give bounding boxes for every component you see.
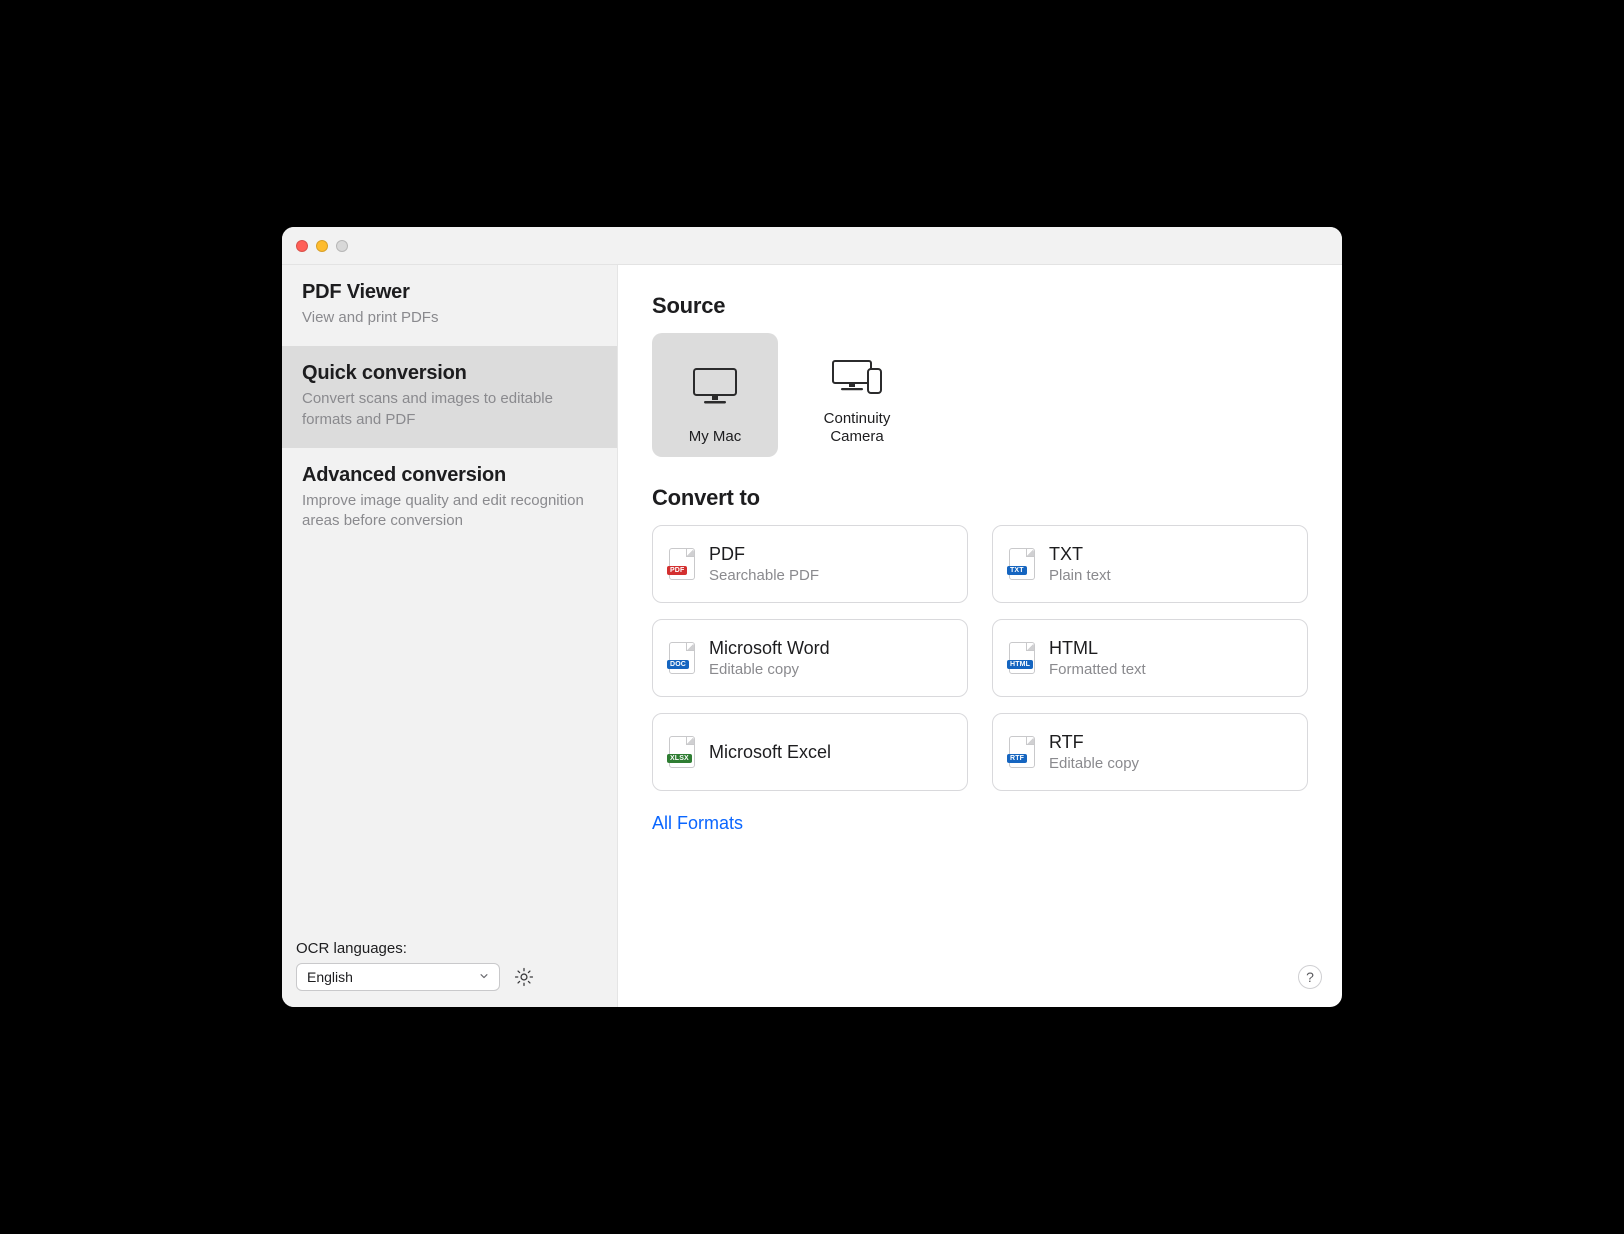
window-body: PDF Viewer View and print PDFs Quick con…	[282, 265, 1342, 1007]
minimize-icon[interactable]	[316, 240, 328, 252]
html-file-icon: HTML	[1009, 642, 1035, 674]
format-txt[interactable]: TXT TXT Plain text	[992, 525, 1308, 603]
app-window: PDF Viewer View and print PDFs Quick con…	[282, 227, 1342, 1007]
ocr-settings-button[interactable]	[510, 963, 538, 991]
sidebar-list: PDF Viewer View and print PDFs Quick con…	[282, 265, 617, 930]
format-subtitle: Editable copy	[709, 661, 830, 678]
sidebar-item-pdf-viewer[interactable]: PDF Viewer View and print PDFs	[282, 265, 617, 346]
window-controls	[296, 240, 348, 252]
sidebar-item-title: Advanced conversion	[302, 464, 597, 487]
sidebar-item-title: Quick conversion	[302, 362, 597, 385]
desktop-icon	[688, 343, 742, 428]
sidebar-item-subtitle: Convert scans and images to editable for…	[302, 389, 597, 430]
source-my-mac[interactable]: My Mac	[652, 333, 778, 457]
source-label: My Mac	[689, 428, 742, 447]
format-subtitle: Searchable PDF	[709, 567, 819, 584]
close-icon[interactable]	[296, 240, 308, 252]
sidebar-item-subtitle: Improve image quality and edit recogniti…	[302, 491, 597, 532]
help-icon: ?	[1306, 969, 1314, 985]
continuity-camera-icon	[827, 343, 887, 410]
xlsx-file-icon: XLSX	[669, 736, 695, 768]
source-label: Continuity Camera	[800, 410, 914, 448]
source-continuity-camera[interactable]: Continuity Camera	[794, 333, 920, 457]
sidebar: PDF Viewer View and print PDFs Quick con…	[282, 265, 618, 1007]
ocr-language-select[interactable]: English	[296, 963, 500, 991]
txt-file-icon: TXT	[1009, 548, 1035, 580]
format-title: PDF	[709, 544, 819, 565]
format-subtitle: Plain text	[1049, 567, 1111, 584]
zoom-icon[interactable]	[336, 240, 348, 252]
main-content: Source My Mac	[618, 265, 1342, 1007]
format-pdf[interactable]: PDF PDF Searchable PDF	[652, 525, 968, 603]
format-title: TXT	[1049, 544, 1111, 565]
sidebar-item-subtitle: View and print PDFs	[302, 308, 597, 328]
sidebar-item-advanced-conversion[interactable]: Advanced conversion Improve image qualit…	[282, 448, 617, 550]
format-grid: PDF PDF Searchable PDF TXT TXT Plain tex…	[652, 525, 1308, 791]
titlebar	[282, 227, 1342, 265]
convert-heading: Convert to	[652, 485, 1308, 511]
format-title: RTF	[1049, 732, 1139, 753]
format-html[interactable]: HTML HTML Formatted text	[992, 619, 1308, 697]
ocr-language-value: English	[307, 969, 353, 985]
gear-icon	[513, 966, 535, 988]
doc-file-icon: DOC	[669, 642, 695, 674]
ocr-languages-label: OCR languages:	[296, 940, 603, 957]
rtf-file-icon: RTF	[1009, 736, 1035, 768]
source-heading: Source	[652, 293, 1308, 319]
format-excel[interactable]: XLSX Microsoft Excel	[652, 713, 968, 791]
help-button[interactable]: ?	[1298, 965, 1322, 989]
all-formats-link[interactable]: All Formats	[652, 813, 1308, 834]
sidebar-item-title: PDF Viewer	[302, 281, 597, 304]
format-subtitle: Editable copy	[1049, 755, 1139, 772]
chevron-down-icon	[475, 968, 493, 986]
format-subtitle: Formatted text	[1049, 661, 1146, 678]
format-title: Microsoft Excel	[709, 742, 831, 763]
format-rtf[interactable]: RTF RTF Editable copy	[992, 713, 1308, 791]
sidebar-footer: OCR languages: English	[282, 930, 617, 1007]
sidebar-item-quick-conversion[interactable]: Quick conversion Convert scans and image…	[282, 346, 617, 448]
format-title: Microsoft Word	[709, 638, 830, 659]
format-title: HTML	[1049, 638, 1146, 659]
ocr-row: English	[296, 963, 603, 991]
format-word[interactable]: DOC Microsoft Word Editable copy	[652, 619, 968, 697]
source-list: My Mac Continuity Camera	[652, 333, 1308, 457]
pdf-file-icon: PDF	[669, 548, 695, 580]
